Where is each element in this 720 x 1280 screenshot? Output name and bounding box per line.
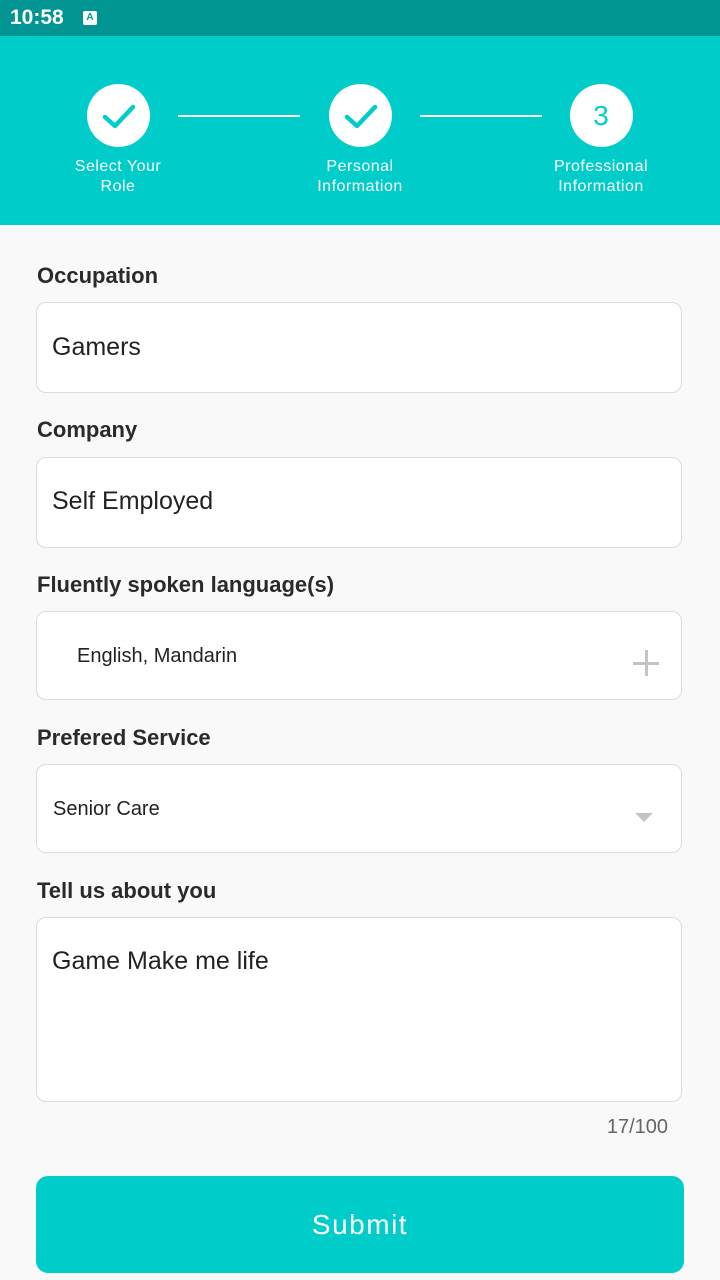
- step-personal-information: Personal Information: [295, 84, 425, 197]
- languages-label: Fluently spoken language(s): [37, 572, 335, 597]
- occupation-label: Occupation: [37, 263, 159, 288]
- step-number: 3: [593, 100, 609, 131]
- service-value: Senior Care: [53, 798, 160, 820]
- about-value: Game Make me life: [52, 947, 269, 975]
- company-label: Company: [37, 417, 138, 442]
- step-label: Personal Information: [317, 158, 403, 195]
- step-label: Professional Information: [553, 158, 649, 195]
- step-complete-indicator: [328, 84, 392, 147]
- submit-button[interactable]: Submit: [36, 1176, 684, 1273]
- service-label: Prefered Service: [37, 725, 211, 750]
- languages-value: English, Mandarin: [77, 645, 238, 667]
- about-textarea[interactable]: Game Make me life: [36, 917, 682, 1102]
- step-label: Select Your Role: [74, 158, 162, 195]
- about-label: Tell us about you: [37, 878, 217, 903]
- chevron-down-icon[interactable]: [635, 813, 653, 822]
- character-counter: 17/100: [606, 1116, 668, 1138]
- service-select[interactable]: Senior Care: [36, 764, 682, 853]
- check-icon: [344, 104, 377, 129]
- progress-stepper: Select Your Role Personal Information 3 …: [0, 36, 720, 225]
- company-field[interactable]: Self Employed: [36, 457, 682, 548]
- company-value: Self Employed: [52, 487, 214, 515]
- check-icon: [102, 104, 135, 129]
- step-current-indicator: 3: [569, 84, 633, 147]
- step-connector: [178, 115, 300, 117]
- step-connector: [420, 115, 542, 117]
- occupation-field[interactable]: Gamers: [36, 302, 682, 393]
- languages-field[interactable]: English, Mandarin: [36, 611, 682, 700]
- step-professional-information: 3 Professional Information: [536, 84, 666, 197]
- step-select-role: Select Your Role: [53, 84, 183, 197]
- plus-icon[interactable]: [633, 650, 659, 676]
- notification-icon: A: [83, 11, 97, 25]
- status-time: 10:58: [10, 6, 64, 29]
- occupation-value: Gamers: [52, 333, 141, 361]
- step-complete-indicator: [86, 84, 150, 147]
- status-bar: 10:58 A: [0, 0, 720, 36]
